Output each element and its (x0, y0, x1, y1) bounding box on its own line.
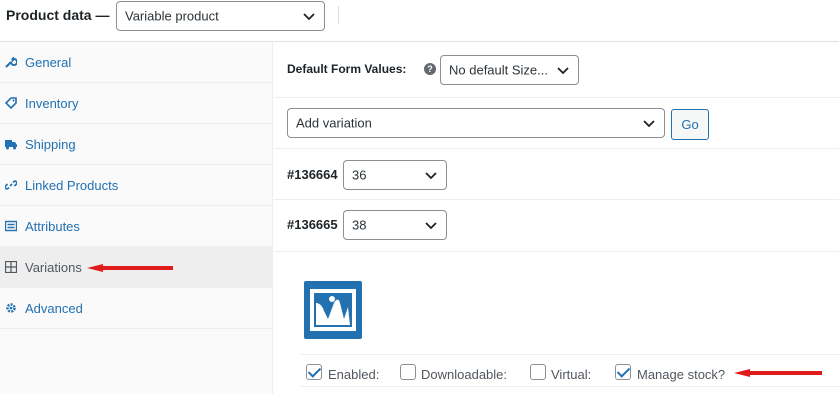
tab-label: Attributes (25, 219, 80, 234)
chevron-down-icon (557, 67, 569, 75)
variation-size-select[interactable]: 36 (343, 160, 447, 190)
grid-icon (5, 261, 17, 273)
tab-linked-products[interactable]: Linked Products (0, 165, 272, 206)
chevron-down-icon (425, 172, 437, 180)
wrench-icon (5, 56, 17, 68)
tab-label: Variations (25, 260, 82, 275)
tab-general[interactable]: General (0, 42, 272, 83)
tag-icon (5, 97, 17, 109)
tab-advanced[interactable]: Advanced (0, 288, 272, 329)
variation-row: #136664 36 (274, 148, 839, 200)
virtual-checkbox[interactable] (530, 364, 546, 380)
enabled-checkbox[interactable] (306, 364, 322, 380)
tab-inventory[interactable]: Inventory (0, 83, 272, 124)
chevron-down-icon (643, 120, 655, 128)
annotation-arrow (87, 264, 173, 272)
product-data-title: Product data — (6, 7, 110, 23)
variation-row: #136665 38 (274, 200, 839, 252)
variation-size-value: 38 (352, 217, 367, 233)
help-icon[interactable]: ? (424, 63, 436, 75)
downloadable-label: Downloadable: (421, 367, 508, 382)
manage-stock-label: Manage stock? (637, 367, 726, 382)
downloadable-checkbox[interactable] (400, 364, 416, 380)
gear-icon (6, 303, 16, 313)
variation-id: #136664 (287, 167, 338, 182)
add-variation-value: Add variation (296, 115, 372, 131)
header-divider (338, 6, 339, 24)
add-variation-row: Add variation (274, 98, 839, 148)
add-variation-select[interactable]: Add variation (287, 108, 665, 138)
chevron-down-icon (425, 222, 437, 230)
tab-label: Shipping (25, 137, 76, 152)
link-icon (5, 180, 17, 190)
list-icon (5, 220, 17, 232)
chevron-down-icon (303, 13, 315, 21)
enabled-label: Enabled: (328, 367, 380, 382)
tab-label: Inventory (25, 96, 79, 111)
default-form-values-row: Default Form Values: ? No default Size..… (274, 42, 839, 98)
default-size-value: No default Size... (449, 62, 548, 78)
tab-label: Linked Products (25, 178, 119, 193)
tab-label: Advanced (25, 301, 83, 316)
tab-shipping[interactable]: Shipping (0, 124, 272, 165)
variation-id: #136665 (287, 217, 338, 232)
image-icon (310, 289, 356, 331)
tab-label: General (25, 55, 72, 70)
product-type-select[interactable]: Variable product (116, 1, 325, 31)
virtual-label: Virtual: (551, 367, 592, 382)
annotation-arrow (734, 369, 822, 377)
product-data-header: Product data — Variable product (0, 0, 839, 42)
product-data-tabs: General Inventory Shipping Linked Produc… (0, 42, 273, 394)
default-form-values-label: Default Form Values: (287, 62, 407, 76)
product-type-value: Variable product (125, 8, 219, 24)
go-button[interactable]: Go (671, 109, 709, 140)
tab-attributes[interactable]: Attributes (0, 206, 272, 247)
variation-size-select[interactable]: 38 (343, 210, 447, 240)
truck-icon (5, 140, 17, 150)
manage-stock-checkbox[interactable] (615, 364, 631, 380)
variation-size-value: 36 (352, 167, 367, 183)
variations-panel: Default Form Values: ? No default Size..… (274, 42, 839, 394)
default-size-select[interactable]: No default Size... (440, 55, 579, 85)
variation-image-placeholder[interactable] (304, 281, 362, 339)
